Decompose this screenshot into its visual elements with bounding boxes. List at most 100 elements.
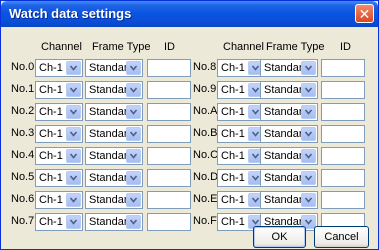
id-input[interactable] [147,59,191,77]
channel-select-value: Ch-1 [39,194,63,206]
channel-select[interactable]: Ch-1 [217,147,265,165]
channel-select[interactable]: Ch-1 [35,169,83,187]
chevron-down-icon[interactable] [126,149,141,163]
chevron-down-icon[interactable] [301,61,316,75]
id-input[interactable] [321,59,365,77]
row-label: No.8 [193,61,217,73]
frame-type-select[interactable]: Standard [260,103,318,121]
id-input[interactable] [321,103,365,121]
frame-type-select[interactable]: Standard [260,81,318,99]
id-input[interactable] [147,81,191,99]
frame-type-select[interactable]: Standard [260,169,318,187]
frame-type-select[interactable]: Standard [85,59,143,77]
frame-type-select[interactable]: Standard [85,169,143,187]
row-label: No.F [193,215,217,227]
id-input[interactable] [321,125,365,143]
chevron-down-icon[interactable] [126,193,141,207]
frame-type-select[interactable]: Standard [85,103,143,121]
chevron-down-icon[interactable] [66,149,81,163]
channel-select[interactable]: Ch-1 [217,125,265,143]
chevron-down-icon[interactable] [126,61,141,75]
frame-type-select[interactable]: Standard [260,147,318,165]
channel-select[interactable]: Ch-1 [217,81,265,99]
row-label: No.2 [11,105,35,117]
close-icon: ✕ [358,6,371,22]
chevron-down-icon[interactable] [66,171,81,185]
frame-type-select[interactable]: Standard [260,59,318,77]
header-channel-left: Channel [41,41,82,53]
row-label: No.D [193,171,219,183]
row-label: No.0 [11,61,35,73]
frame-type-select[interactable]: Standard [85,213,143,231]
chevron-down-icon[interactable] [66,83,81,97]
channel-select-value: Ch-1 [221,172,245,184]
row-label: No.5 [11,171,35,183]
channel-select[interactable]: Ch-1 [217,169,265,187]
channel-select-value: Ch-1 [39,128,63,140]
id-input[interactable] [321,147,365,165]
chevron-down-icon[interactable] [126,215,141,229]
id-input[interactable] [321,169,365,187]
close-button[interactable]: ✕ [355,4,374,23]
id-input[interactable] [147,147,191,165]
frame-type-select[interactable]: Standard [85,147,143,165]
channel-select-value: Ch-1 [221,84,245,96]
window-title: Watch data settings [9,6,132,21]
chevron-down-icon[interactable] [301,83,316,97]
ok-button[interactable]: OK [253,226,306,248]
chevron-down-icon[interactable] [301,149,316,163]
chevron-down-icon[interactable] [301,127,316,141]
channel-select-value: Ch-1 [39,216,63,228]
channel-select[interactable]: Ch-1 [35,103,83,121]
row-label: No.6 [11,193,35,205]
channel-select[interactable]: Ch-1 [217,103,265,121]
row-label: No.E [193,193,218,205]
id-input[interactable] [147,191,191,209]
channel-select-value: Ch-1 [221,62,245,74]
channel-select[interactable]: Ch-1 [217,59,265,77]
chevron-down-icon[interactable] [66,215,81,229]
frame-type-select[interactable]: Standard [85,125,143,143]
row-label: No.B [193,127,218,139]
id-input[interactable] [147,169,191,187]
channel-select-value: Ch-1 [221,216,245,228]
chevron-down-icon[interactable] [126,127,141,141]
id-input[interactable] [147,125,191,143]
row-label: No.7 [11,215,35,227]
chevron-down-icon[interactable] [66,127,81,141]
channel-select[interactable]: Ch-1 [217,191,265,209]
chevron-down-icon[interactable] [126,83,141,97]
chevron-down-icon[interactable] [126,171,141,185]
header-frame-type-right: Frame Type [266,41,325,53]
cancel-button[interactable]: Cancel [314,226,369,248]
channel-select[interactable]: Ch-1 [35,191,83,209]
channel-select[interactable]: Ch-1 [35,213,83,231]
chevron-down-icon[interactable] [66,193,81,207]
channel-select[interactable]: Ch-1 [35,59,83,77]
frame-type-select[interactable]: Standard [85,191,143,209]
chevron-down-icon[interactable] [301,171,316,185]
channel-select[interactable]: Ch-1 [35,147,83,165]
row-label: No.3 [11,127,35,139]
header-frame-type-left: Frame Type [92,41,151,53]
row-label: No.C [193,149,219,161]
chevron-down-icon[interactable] [301,193,316,207]
id-input[interactable] [147,213,191,231]
id-input[interactable] [321,191,365,209]
frame-type-select[interactable]: Standard [85,81,143,99]
channel-select-value: Ch-1 [39,84,63,96]
channel-select[interactable]: Ch-1 [35,125,83,143]
chevron-down-icon[interactable] [126,105,141,119]
chevron-down-icon[interactable] [66,105,81,119]
id-input[interactable] [321,81,365,99]
channel-select-value: Ch-1 [221,128,245,140]
title-bar[interactable]: Watch data settings ✕ [1,1,378,27]
chevron-down-icon[interactable] [66,61,81,75]
id-input[interactable] [147,103,191,121]
frame-type-select[interactable]: Standard [260,191,318,209]
header-id-left: ID [164,41,175,53]
channel-select[interactable]: Ch-1 [35,81,83,99]
chevron-down-icon[interactable] [301,105,316,119]
channel-select-value: Ch-1 [221,150,245,162]
frame-type-select[interactable]: Standard [260,125,318,143]
